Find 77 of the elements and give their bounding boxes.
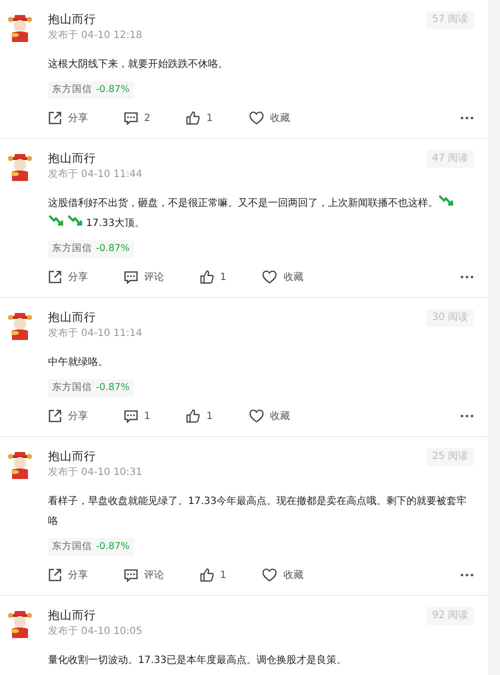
more-icon[interactable]: [460, 573, 474, 577]
stock-tag[interactable]: 东方国信 -0.87%: [48, 81, 134, 99]
comment-icon: [124, 410, 138, 422]
heart-icon: [248, 409, 264, 423]
like-button[interactable]: 1: [186, 409, 213, 423]
like-button[interactable]: 1: [200, 270, 226, 284]
author-name[interactable]: 抱山而行: [48, 150, 142, 166]
share-button[interactable]: 分享: [48, 111, 88, 125]
avatar-icon[interactable]: [8, 152, 32, 182]
heart-icon: [248, 111, 264, 125]
post-time: 发布于 04-10 10:05: [48, 625, 142, 639]
post-time: 发布于 04-10 12:18: [48, 29, 142, 43]
favorite-button[interactable]: 收藏: [262, 568, 304, 582]
stock-change: -0.87%: [96, 541, 130, 553]
share-icon: [48, 270, 62, 284]
read-count: 92 阅读: [426, 607, 474, 625]
author-name[interactable]: 抱山而行: [48, 309, 142, 325]
favorite-button[interactable]: 收藏: [248, 111, 290, 125]
share-icon: [48, 568, 62, 582]
read-count: 30 阅读: [426, 309, 474, 327]
favorite-button[interactable]: 收藏: [262, 270, 304, 284]
falling-chart-icon: [68, 215, 85, 227]
thumbs-up-icon: [186, 409, 200, 423]
post-text: 17.33大顶。: [86, 218, 145, 229]
author-name[interactable]: 抱山而行: [48, 607, 142, 623]
more-icon[interactable]: [460, 414, 474, 418]
heart-icon: [262, 270, 278, 284]
post-text: 这股借利好不出货，砸盘，不是很正常嘛。又不是一回两回了，上次新闻联播不也这样。: [48, 198, 438, 209]
share-button[interactable]: 分享: [48, 270, 88, 284]
stock-name: 东方国信: [52, 541, 92, 553]
stock-name: 东方国信: [52, 84, 92, 96]
avatar-icon[interactable]: [8, 450, 32, 480]
share-icon: [48, 111, 62, 125]
post-text: 看样子，早盘收盘就能见绿了。17.33今年最高点。现在撤都是卖在高点哦。剩下的就要被套牢咯: [48, 496, 467, 527]
post-text: 量化收割一切波动。17.33已是本年度最高点。调仓换股才是良策。: [48, 655, 347, 666]
comment-button[interactable]: 1: [124, 410, 150, 422]
like-button[interactable]: 1: [186, 111, 213, 125]
read-count: 57 阅读: [426, 11, 474, 29]
post-text: 中午就绿咯。: [48, 357, 108, 368]
falling-chart-icon: [439, 195, 456, 207]
avatar-icon[interactable]: [8, 311, 32, 341]
avatar-icon[interactable]: [8, 13, 32, 43]
thumbs-up-icon: [200, 270, 214, 284]
stock-change: -0.87%: [96, 382, 130, 394]
share-button[interactable]: 分享: [48, 568, 88, 582]
comment-button[interactable]: 评论: [124, 270, 164, 284]
post-text: 这根大阴线下来，就要开始跌跌不休咯。: [48, 59, 228, 70]
stock-name: 东方国信: [52, 243, 92, 255]
author-name[interactable]: 抱山而行: [48, 448, 142, 464]
comment-button[interactable]: 2: [124, 112, 150, 124]
stock-tag[interactable]: 东方国信 -0.87%: [48, 379, 134, 397]
post-time: 发布于 04-10 10:31: [48, 466, 142, 480]
favorite-button[interactable]: 收藏: [248, 409, 290, 423]
share-button[interactable]: 分享: [48, 409, 88, 423]
stock-tag[interactable]: 东方国信 -0.87%: [48, 240, 134, 258]
author-name[interactable]: 抱山而行: [48, 11, 142, 27]
thumbs-up-icon: [200, 568, 214, 582]
comment-icon: [124, 270, 138, 284]
stock-change: -0.87%: [96, 84, 130, 96]
comment-icon: [124, 568, 138, 582]
like-button[interactable]: 1: [200, 568, 226, 582]
more-icon[interactable]: [460, 275, 474, 279]
heart-icon: [262, 568, 278, 582]
read-count: 47 阅读: [426, 150, 474, 168]
more-icon[interactable]: [460, 116, 474, 120]
stock-tag[interactable]: 东方国信 -0.87%: [48, 538, 134, 556]
avatar-icon[interactable]: [8, 609, 32, 639]
thumbs-up-icon: [186, 111, 200, 125]
stock-change: -0.87%: [96, 243, 130, 255]
post-time: 发布于 04-10 11:14: [48, 327, 142, 341]
stock-name: 东方国信: [52, 382, 92, 394]
falling-chart-icon: [49, 215, 66, 227]
read-count: 25 阅读: [426, 448, 474, 466]
comment-icon: [124, 112, 138, 124]
share-icon: [48, 409, 62, 423]
post-time: 发布于 04-10 11:44: [48, 168, 142, 182]
comment-button[interactable]: 评论: [124, 568, 164, 582]
